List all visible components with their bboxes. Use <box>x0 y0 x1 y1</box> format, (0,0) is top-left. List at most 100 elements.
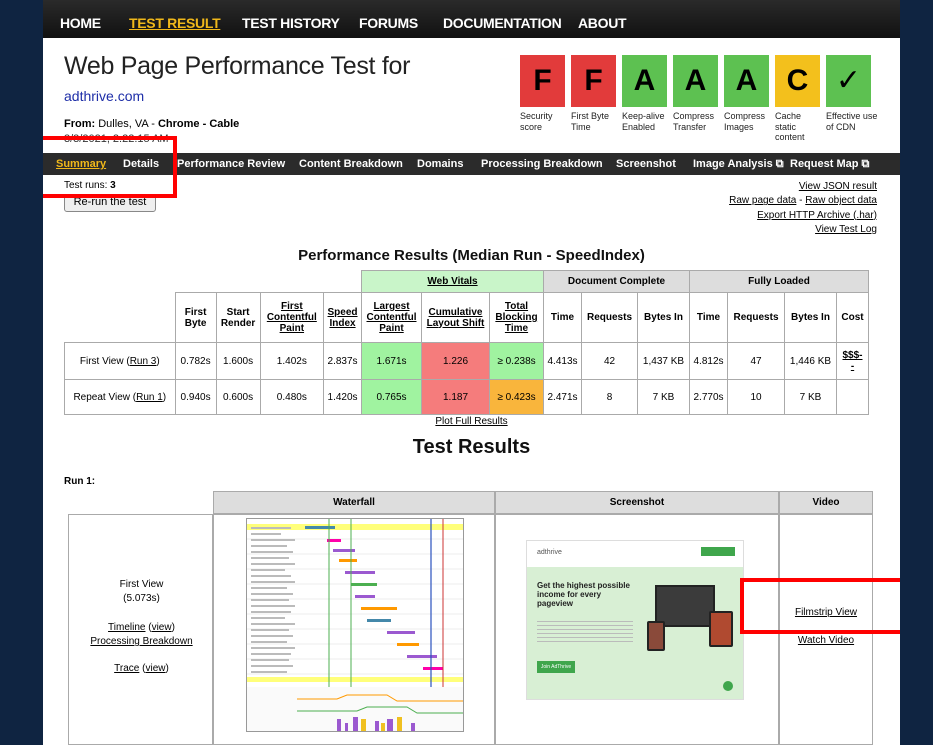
column-video: Video <box>779 491 873 514</box>
link-separator: - <box>799 195 803 207</box>
timeline-row: Timeline (view) <box>108 622 175 633</box>
thumb-chat-icon <box>723 681 733 691</box>
watch-video-link[interactable]: Watch Video <box>798 635 854 646</box>
timeline-link[interactable]: Timeline <box>108 622 145 633</box>
cell-fl-requests: 10 <box>727 379 785 415</box>
grade-label-cache-static: Cache static content <box>775 111 805 142</box>
tab-screenshot[interactable]: Screenshot <box>616 158 676 170</box>
header-tbt[interactable]: Total Blocking Time <box>489 292 544 343</box>
nav-test-history[interactable]: TEST HISTORY <box>242 15 340 31</box>
raw-page-data-link[interactable]: Raw page data <box>729 195 796 206</box>
thumb-body-text <box>537 621 633 645</box>
cell-cls: 1.226 <box>421 342 490 380</box>
processing-breakdown-link[interactable]: Processing Breakdown <box>90 636 192 647</box>
run-link[interactable]: Run 1 <box>136 392 163 403</box>
page: HOME TEST RESULT TEST HISTORY FORUMS DOC… <box>43 0 900 745</box>
header-cost: Cost <box>836 292 869 343</box>
run-link[interactable]: Run 3 <box>130 356 157 367</box>
group-document-complete: Document Complete <box>543 270 690 293</box>
column-screenshot: Screenshot <box>495 491 779 514</box>
cell-first-byte: 0.940s <box>174 379 217 415</box>
tested-site-link[interactable]: adthrive.com <box>64 88 144 104</box>
from-browser: Chrome <box>157 118 200 130</box>
view-test-log-link[interactable]: View Test Log <box>815 224 877 235</box>
group-web-vitals[interactable]: Web Vitals <box>361 270 544 293</box>
test-location: From: Dulles, VA - Chrome - Cable <box>64 118 239 130</box>
grade-cache-static[interactable]: C <box>775 55 820 107</box>
header-start-render: Start Render <box>215 292 261 343</box>
grade-security[interactable]: F <box>520 55 565 107</box>
header-speed-index[interactable]: Speed Index <box>323 292 362 343</box>
screenshot-thumbnail[interactable]: adthrive Get the highest possible income… <box>526 540 744 700</box>
performance-results-title: Performance Results (Median Run - SpeedI… <box>298 247 645 264</box>
grade-keep-alive[interactable]: A <box>622 55 667 107</box>
cell-speed-index: 1.420s <box>323 379 362 415</box>
export-har-link[interactable]: Export HTTP Archive (.har) <box>757 210 877 221</box>
row-label: Repeat View (Run 1) <box>64 379 176 415</box>
header-lcp[interactable]: Largest Contentful Paint <box>361 292 422 343</box>
header-fcp[interactable]: First Contentful Paint <box>259 292 325 343</box>
processing-row: Processing Breakdown <box>69 635 214 648</box>
nav-test-result[interactable]: TEST RESULT <box>129 15 221 31</box>
cell-dc-requests: 42 <box>581 342 638 380</box>
table-row: First View (Run 3) 0.782s 1.600s 1.402s … <box>64 342 869 380</box>
nav-about[interactable]: ABOUT <box>578 15 627 31</box>
top-navigation: HOME TEST RESULT TEST HISTORY FORUMS DOC… <box>43 0 900 38</box>
header-dc-time: Time <box>543 292 582 343</box>
group-fully-loaded: Fully Loaded <box>689 270 869 293</box>
thumb-nav-button <box>701 547 735 556</box>
grade-first-byte[interactable]: F <box>571 55 616 107</box>
header-dc-bytes: Bytes In <box>637 292 690 343</box>
grade-cdn[interactable]: ✓ <box>826 55 871 107</box>
timeline-view-link[interactable]: view <box>152 622 172 633</box>
nav-documentation[interactable]: DOCUMENTATION <box>443 15 562 31</box>
table-row: Repeat View (Run 1) 0.940s 0.600s 0.480s… <box>64 379 869 415</box>
view-json-link[interactable]: View JSON result <box>799 181 877 192</box>
grade-compress-images[interactable]: A <box>724 55 769 107</box>
result-links: View JSON result Raw page data - Raw obj… <box>729 180 877 237</box>
from-label: From: <box>64 118 96 130</box>
plot-full-results-wrap: Plot Full Results <box>43 416 900 427</box>
header-dc-requests: Requests <box>581 292 638 343</box>
tab-content-breakdown[interactable]: Content Breakdown <box>299 158 403 170</box>
column-waterfall: Waterfall <box>213 491 495 514</box>
tab-performance-review[interactable]: Performance Review <box>177 158 285 170</box>
cell-fl-requests: 47 <box>727 342 785 380</box>
page-title: Web Page Performance Test for <box>64 52 411 80</box>
header-cls[interactable]: Cumulative Layout Shift <box>421 292 490 343</box>
first-view-label: First View <box>119 579 164 590</box>
cell-tbt: ≥ 0.238s <box>489 342 544 380</box>
raw-object-data-link[interactable]: Raw object data <box>805 195 877 206</box>
row-label-header <box>64 292 176 343</box>
header-fl-time: Time <box>689 292 728 343</box>
tab-domains[interactable]: Domains <box>417 158 463 170</box>
cell-fl-bytes: 1,446 KB <box>784 342 837 380</box>
cell-dc-requests: 8 <box>581 379 638 415</box>
cell-fl-time: 4.812s <box>689 342 728 380</box>
cell-dc-bytes: 1,437 KB <box>637 342 690 380</box>
thumb-headline: Get the highest possible income for ever… <box>537 581 630 608</box>
cell-fl-bytes: 7 KB <box>784 379 837 415</box>
header-fl-bytes: Bytes In <box>784 292 837 343</box>
plot-full-results-link[interactable]: Plot Full Results <box>435 416 507 427</box>
row-label: First View (Run 3) <box>64 342 176 380</box>
cell-cls: 1.187 <box>421 379 490 415</box>
blank-header <box>64 270 362 293</box>
performance-results-table: Web Vitals Document Complete Fully Loade… <box>64 270 869 415</box>
cell-tbt: ≥ 0.423s <box>489 379 544 415</box>
tab-image-analysis[interactable]: Image Analysis ⧉ <box>693 158 784 171</box>
nav-forums[interactable]: FORUMS <box>359 15 418 31</box>
cell-cost-link[interactable]: $$$- - <box>836 342 869 380</box>
waterfall-thumbnail[interactable] <box>246 518 464 732</box>
trace-link[interactable]: Trace <box>114 663 139 674</box>
watch-row: Watch Video <box>780 635 872 646</box>
nav-home[interactable]: HOME <box>60 15 101 31</box>
tab-request-map[interactable]: Request Map ⧉ <box>790 158 869 171</box>
grade-compress-transfer[interactable]: A <box>673 55 718 107</box>
cell-fcp: 1.402s <box>259 342 325 380</box>
tab-processing-breakdown[interactable]: Processing Breakdown <box>481 158 603 170</box>
trace-view-link[interactable]: view <box>145 663 165 674</box>
thumb-tablet <box>709 611 733 647</box>
thumb-phone <box>647 621 665 651</box>
cell-start-render: 1.600s <box>215 342 261 380</box>
